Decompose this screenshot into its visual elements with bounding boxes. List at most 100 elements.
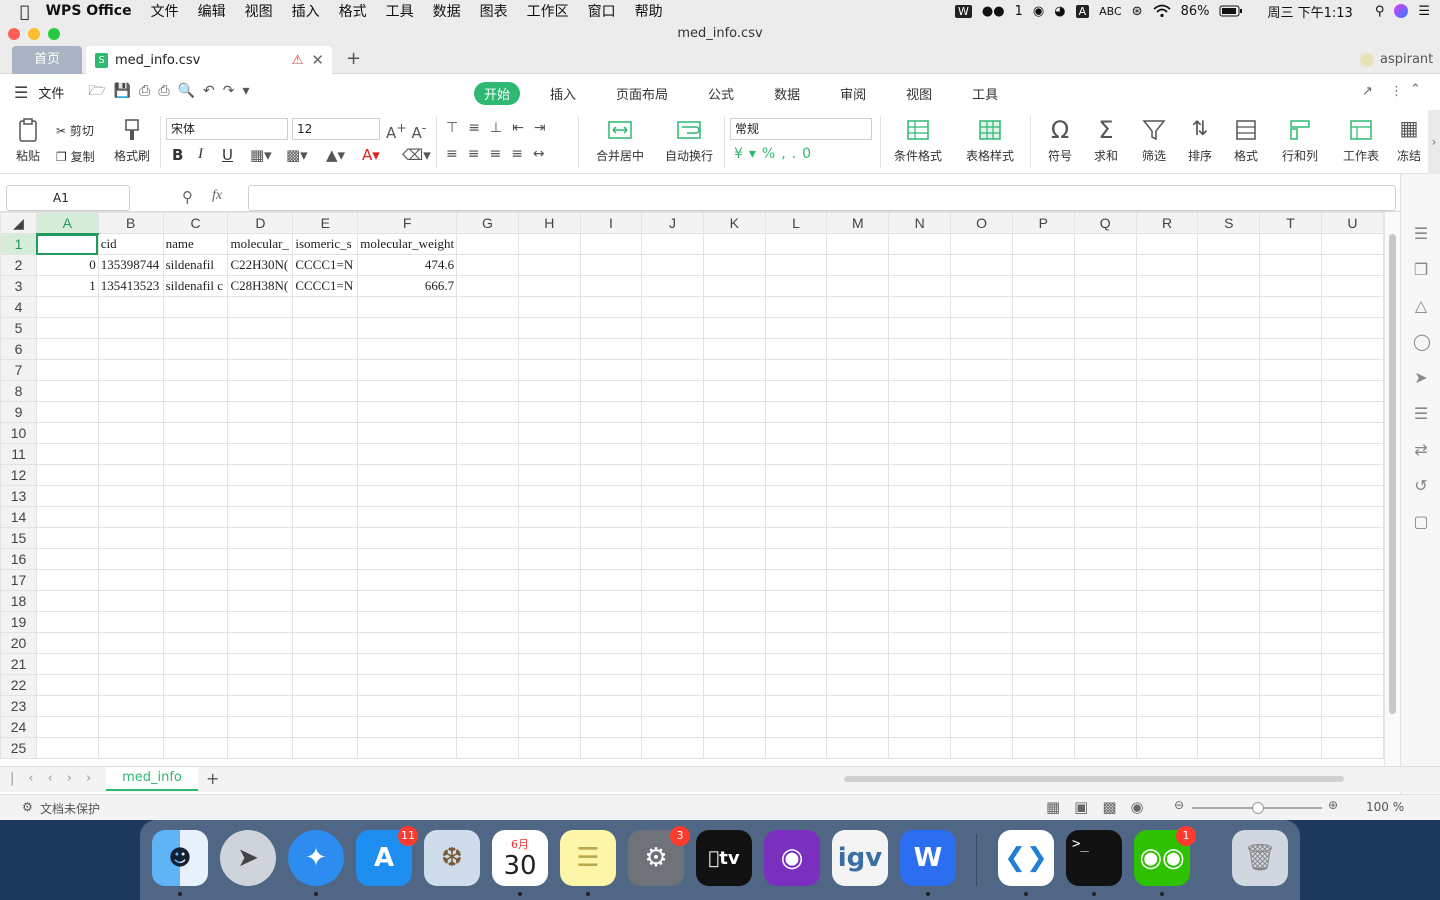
row-header[interactable]: 20 <box>0 632 37 654</box>
cell-G11[interactable] <box>456 443 519 465</box>
column-header[interactable]: F <box>357 212 458 234</box>
cell-C25[interactable] <box>162 737 229 759</box>
view-mode-icons[interactable]: ▦▣▩◉ <box>1046 798 1158 816</box>
cell-R9[interactable] <box>1135 401 1199 423</box>
tab-view[interactable]: 视图 <box>896 82 942 105</box>
row-header[interactable]: 3 <box>0 275 37 297</box>
cell-T25[interactable] <box>1259 737 1322 759</box>
column-header[interactable]: J <box>641 212 704 234</box>
cell-E24[interactable] <box>292 716 359 738</box>
quick-access-toolbar[interactable]: 🗁💾⎙⎙🔍↶↷▾ <box>88 80 257 104</box>
cell-U25[interactable] <box>1320 737 1384 759</box>
cell-A19[interactable] <box>35 611 99 633</box>
cell-C18[interactable] <box>162 590 229 612</box>
cell-R2[interactable] <box>1135 254 1199 276</box>
cell-S23[interactable] <box>1197 695 1261 717</box>
cell-U14[interactable] <box>1320 506 1384 528</box>
cell-J7[interactable] <box>641 359 704 381</box>
cell-O3[interactable] <box>950 275 1013 297</box>
cell-N5[interactable] <box>888 317 952 339</box>
cell-J17[interactable] <box>641 569 704 591</box>
cell-L20[interactable] <box>764 632 828 654</box>
cell-G18[interactable] <box>456 590 519 612</box>
cell-D4[interactable] <box>227 296 294 318</box>
cell-P14[interactable] <box>1011 506 1075 528</box>
cell-E12[interactable] <box>292 464 359 486</box>
cell-H14[interactable] <box>517 506 581 528</box>
wps-status-icon[interactable]: W <box>955 4 972 18</box>
cell-S8[interactable] <box>1197 380 1261 402</box>
underline-button[interactable]: U <box>222 146 233 164</box>
terminal-icon[interactable]: >_ <box>1066 830 1122 896</box>
sheet-table[interactable]: ◢ ABCDEFGHIJKLMNOPQRSTU 1 cid name molecula… <box>0 212 1384 759</box>
cell-B24[interactable] <box>97 716 164 738</box>
cell-H23[interactable] <box>517 695 581 717</box>
cell-S20[interactable] <box>1197 632 1261 654</box>
cell-D1[interactable]: molecular_ <box>227 233 294 255</box>
column-header[interactable]: M <box>826 212 890 234</box>
cell-E23[interactable] <box>292 695 359 717</box>
cell-H12[interactable] <box>517 464 581 486</box>
cell-R20[interactable] <box>1135 632 1199 654</box>
cell-F4[interactable] <box>357 296 458 318</box>
cell-E2[interactable]: CCCC1=N <box>292 254 359 276</box>
cell-C19[interactable] <box>162 611 229 633</box>
cell-P6[interactable] <box>1011 338 1075 360</box>
cell-Q7[interactable] <box>1073 359 1137 381</box>
cell-J20[interactable] <box>641 632 704 654</box>
column-header[interactable]: K <box>702 212 766 234</box>
cell-F21[interactable] <box>357 653 458 675</box>
cell-I18[interactable] <box>579 590 643 612</box>
row-header[interactable]: 14 <box>0 506 37 528</box>
column-header[interactable]: E <box>292 212 359 234</box>
cell-O19[interactable] <box>950 611 1013 633</box>
cell-K20[interactable] <box>702 632 766 654</box>
cell-K9[interactable] <box>702 401 766 423</box>
cell-C21[interactable] <box>162 653 229 675</box>
cell-U1[interactable] <box>1320 233 1384 255</box>
cell-E14[interactable] <box>292 506 359 528</box>
close-tab-icon[interactable]: ✕ <box>311 51 324 69</box>
cell-Q22[interactable] <box>1073 674 1137 696</box>
cell-Q18[interactable] <box>1073 590 1137 612</box>
menu-window[interactable]: 窗口 <box>588 1 616 21</box>
cell-A21[interactable] <box>35 653 99 675</box>
cell-U12[interactable] <box>1320 464 1384 486</box>
cell-L3[interactable] <box>764 275 828 297</box>
cell-J23[interactable] <box>641 695 704 717</box>
cell-H6[interactable] <box>517 338 581 360</box>
column-header[interactable]: G <box>456 212 519 234</box>
cell-D6[interactable] <box>227 338 294 360</box>
appletv-icon[interactable]: tv <box>696 830 752 886</box>
vpn-icon[interactable]: ◕ <box>1054 4 1065 19</box>
cell-E25[interactable] <box>292 737 359 759</box>
cell-R22[interactable] <box>1135 674 1199 696</box>
font-size-select[interactable]: 12 <box>292 118 380 140</box>
cell-A5[interactable] <box>35 317 99 339</box>
cell-K14[interactable] <box>702 506 766 528</box>
igv-icon[interactable]: igv <box>832 830 888 886</box>
cell-B21[interactable] <box>97 653 164 675</box>
row-header[interactable]: 10 <box>0 422 37 444</box>
cell-I9[interactable] <box>579 401 643 423</box>
cell-I11[interactable] <box>579 443 643 465</box>
cell-Q23[interactable] <box>1073 695 1137 717</box>
horizontal-align-icons[interactable]: ≡≡≡≡↔ <box>446 146 555 162</box>
cell-G1[interactable] <box>456 233 519 255</box>
cell-F5[interactable] <box>357 317 458 339</box>
cell-H24[interactable] <box>517 716 581 738</box>
cell-T12[interactable] <box>1259 464 1322 486</box>
cell-M22[interactable] <box>826 674 890 696</box>
cell-L2[interactable] <box>764 254 828 276</box>
cell-G10[interactable] <box>456 422 519 444</box>
cell-C10[interactable] <box>162 422 229 444</box>
cell-D24[interactable] <box>227 716 294 738</box>
paste-button[interactable]: 粘贴 <box>8 116 48 164</box>
cell-F10[interactable] <box>357 422 458 444</box>
more-icon[interactable]: ⋮ <box>1390 84 1403 99</box>
font-color-icon[interactable]: A▾ <box>362 146 380 164</box>
cell-T8[interactable] <box>1259 380 1322 402</box>
cell-K17[interactable] <box>702 569 766 591</box>
zoom-out-icon[interactable]: ⊖ <box>1174 798 1184 812</box>
cell-Q15[interactable] <box>1073 527 1137 549</box>
